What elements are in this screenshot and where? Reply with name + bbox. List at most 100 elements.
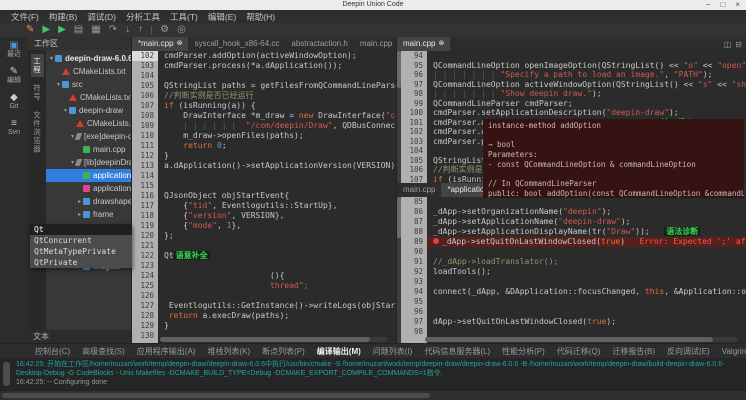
code-line[interactable]: 118 {"version", VERSION}, (132, 211, 396, 221)
editor-left-tab-main.cpp[interactable]: main.cpp (354, 37, 398, 51)
code-line[interactable]: 96 (397, 307, 746, 317)
expander-icon[interactable]: ▾ (48, 55, 55, 62)
bottom-tab-1[interactable]: 高级查找(S) (77, 346, 130, 357)
code-line[interactable]: 95 (397, 297, 746, 307)
menu-item-1[interactable]: 构建(B) (44, 11, 82, 23)
code-line[interactable]: 127 Eventlogutils::GetInstance()->writeL… (132, 301, 396, 311)
maximize-button[interactable]: □ (720, 0, 725, 10)
console-scrollbar[interactable] (3, 362, 10, 386)
code-line[interactable]: 100cmdParser.setApplicationDescription("… (397, 108, 746, 118)
code-line[interactable]: 94connect(_dApp, &DApplication::focusCha… (397, 287, 746, 297)
tree-item[interactable]: CMakeLists.txt (46, 65, 131, 78)
code-line[interactable]: 98| | | | | | | "Show deepin draw."); (397, 89, 746, 99)
menu-item-2[interactable]: 调试(D) (82, 11, 121, 23)
code-line[interactable]: 108 DrawInterface *m_draw = new DrawInte… (132, 111, 396, 121)
split-editor-icon[interactable]: ◫ (724, 40, 732, 49)
code-line[interactable]: 95QCommandLineOption openImageOption(QSt… (397, 61, 746, 71)
code-line[interactable]: 111 return 0; (132, 141, 396, 151)
code-line[interactable]: 106//判断实例是否已经运行 (132, 91, 396, 101)
code-line[interactable]: 93 (397, 277, 746, 287)
editor-left-code[interactable]: 102cmdParser.addOption(activeWindowOptio… (132, 51, 396, 343)
code-line[interactable]: 114 (132, 171, 396, 181)
tree-item[interactable]: ▾src (46, 78, 131, 91)
settings-icon[interactable]: ⚙ (160, 23, 169, 37)
bottom-tab-8[interactable]: 性能分析(P) (497, 346, 550, 357)
code-line[interactable]: 123 (132, 261, 396, 271)
tree-item[interactable]: ▸frame (46, 208, 131, 221)
code-line[interactable]: 98 (397, 327, 746, 337)
step-up-icon[interactable]: ↑ (138, 23, 143, 37)
code-line[interactable]: 88_dApp->setApplicationDisplayName(tr("D… (397, 227, 746, 237)
completion-item-QtMetaTypePrivate[interactable]: QtMetaTypePrivate (30, 246, 132, 257)
completion-item-QtConcurrent[interactable]: QtConcurrent (30, 235, 132, 246)
code-line[interactable]: 103cmdParser.process(*a.dApplication()); (132, 61, 396, 71)
menu-item-3[interactable]: 分析工具 (121, 11, 165, 23)
code-line[interactable]: 115 (132, 181, 396, 191)
activity-item-编辑[interactable]: ✎编辑 (7, 66, 21, 85)
code-line[interactable]: 85 (397, 197, 746, 207)
package-icon[interactable]: ▦ (91, 23, 100, 37)
editor-left-tab-abstractaction.h[interactable]: abstractaction.h (285, 37, 353, 51)
expander-icon[interactable]: ▸ (76, 211, 83, 218)
menu-item-6[interactable]: 帮助(H) (241, 11, 280, 23)
tree-item[interactable]: ▸drawshape (46, 195, 131, 208)
code-line[interactable]: 110 m_draw->openFiles(paths); (132, 131, 396, 141)
expander-icon[interactable]: ▸ (76, 198, 83, 205)
code-line[interactable]: 117 {"tid", Eventlogutils::StartUp}, (132, 201, 396, 211)
bottom-tab-6[interactable]: 问题列表(I) (368, 346, 418, 357)
editor-right-bottom-code[interactable]: 8586_dApp->setOrganizationName("deepin")… (397, 197, 746, 343)
code-line[interactable]: 97dApp->setQuitOnLastWindowClosed(true); (397, 317, 746, 327)
horizontal-scrollbar[interactable] (160, 337, 388, 342)
expander-icon[interactable]: ▾ (55, 81, 62, 88)
redo-icon[interactable]: ↷ (109, 23, 117, 37)
bottom-tab-5[interactable]: 编译输出(M) (312, 346, 366, 357)
code-line[interactable]: 96| | | | | | | "Specify a path to load … (397, 70, 746, 80)
menu-item-4[interactable]: 工具(T) (165, 11, 203, 23)
completion-item-QtPrivate[interactable]: QtPrivate (30, 257, 132, 268)
code-line[interactable]: 99QCommandLineParser cmdParser; (397, 99, 746, 109)
activity-item-Svn[interactable]: ≡Svn (8, 118, 20, 137)
status-scrollbar-thumb[interactable] (2, 393, 430, 398)
menu-item-5[interactable]: 编辑(E) (203, 11, 241, 23)
bottom-tab-2[interactable]: 应用程序输出(A) (132, 346, 201, 357)
activity-item-Git[interactable]: ◆Git (10, 92, 19, 111)
bottom-tab-7[interactable]: 代码信息服务器(L) (419, 346, 495, 357)
horizontal-scrollbar[interactable] (425, 337, 738, 342)
code-line[interactable]: 120}; (132, 231, 396, 241)
minimize-button[interactable]: − (706, 0, 711, 10)
bottom-tab-4[interactable]: 断点列表(P) (257, 346, 310, 357)
code-line[interactable]: 104 (132, 71, 396, 81)
tab-close-icon[interactable]: ⊗ (438, 37, 444, 51)
bottom-tab-9[interactable]: 代码迁移(Q) (552, 346, 606, 357)
workspace-tab-符号[interactable]: 符号 (31, 81, 44, 104)
code-line[interactable]: 116QJsonObject objStartEvent{ (132, 191, 396, 201)
code-line[interactable]: 87_dApp->setApplicationName("deepin-draw… (397, 217, 746, 227)
code-line[interactable]: 124 (){ (132, 271, 396, 281)
expander-icon[interactable]: ▾ (62, 107, 69, 114)
code-line[interactable]: 86_dApp->setOrganizationName("deepin"); (397, 207, 746, 217)
bottom-tab-12[interactable]: Valgrind (717, 347, 746, 356)
tree-item[interactable]: ▾[exe]deepin-draw (46, 130, 131, 143)
code-line[interactable]: 91//_dApp->loadTranslator(); (397, 257, 746, 267)
code-line[interactable]: 109 | | | | | | "/com/deepin/Draw", QDBu… (132, 121, 396, 131)
step-down-icon[interactable]: ↓ (125, 23, 130, 37)
scrollbar-thumb[interactable] (160, 337, 370, 342)
code-line[interactable]: 119 {"mode", 1}, (132, 221, 396, 231)
editor-right-top-tab-main.cpp[interactable]: main.cpp⊗ (397, 37, 450, 51)
editor-right-bottom-tab-main.cpp[interactable]: main.cpp (397, 183, 441, 197)
tree-item[interactable]: application.h (46, 182, 131, 195)
close-button[interactable]: × (735, 0, 740, 10)
bottom-tab-11[interactable]: 反向调试(E) (662, 346, 715, 357)
workspace-tab-工程[interactable]: 工程 (31, 54, 44, 77)
bottom-tab-10[interactable]: 迁移报告(B) (607, 346, 660, 357)
code-line[interactable]: 112} (132, 151, 396, 161)
code-line[interactable]: 121 (132, 241, 396, 251)
editor-left-tab-*main.cpp[interactable]: *main.cpp⊗ (132, 37, 188, 51)
code-line[interactable]: 113a.dApplication()->setApplicationVersi… (132, 161, 396, 171)
completion-item-Qt[interactable]: Qt (30, 224, 132, 235)
menu-item-0[interactable]: 文件(F) (6, 11, 44, 23)
output-console[interactable]: 16:42:25: 开始在工作区/home/muzart/work/temp/d… (0, 358, 746, 391)
code-line[interactable]: 122Qt语意补全 (132, 251, 396, 261)
tree-item[interactable]: ▾[lib]deepinDrawB… (46, 156, 131, 169)
tree-item[interactable]: CMakeLists.txt (46, 117, 131, 130)
